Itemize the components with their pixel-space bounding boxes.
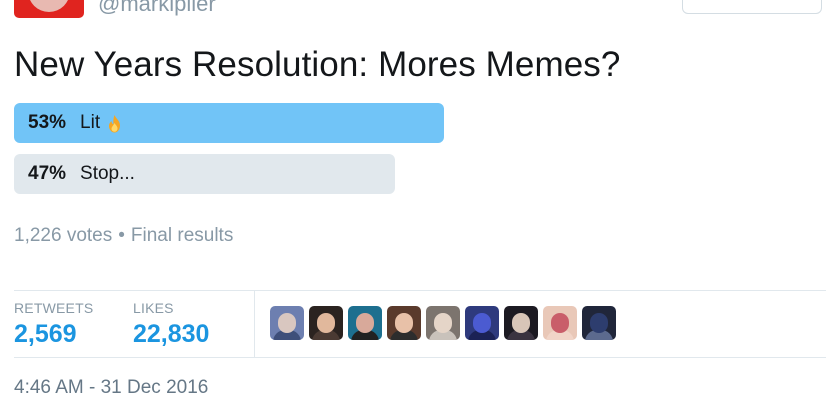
liker-avatar-5[interactable] bbox=[426, 306, 460, 340]
avatar-head bbox=[278, 313, 296, 333]
liker-avatar-2[interactable] bbox=[309, 306, 343, 340]
poll-option-label: Lit bbox=[80, 112, 101, 133]
poll-vote-count: 1,226 votes bbox=[14, 225, 113, 246]
avatar-head bbox=[512, 313, 530, 333]
avatar-head bbox=[590, 313, 608, 333]
avatar-head bbox=[551, 313, 569, 333]
liker-avatars bbox=[270, 306, 616, 340]
poll-meta-separator: • bbox=[118, 225, 125, 246]
stats-bottom-divider bbox=[14, 357, 826, 358]
likes-stat[interactable]: LIKES 22,830 bbox=[133, 300, 209, 349]
retweets-count[interactable]: 2,569 bbox=[14, 320, 93, 349]
liker-avatar-8[interactable] bbox=[543, 306, 577, 340]
poll-option-stop: 47% Stop... bbox=[14, 154, 395, 194]
poll-option-percent: 53% bbox=[28, 112, 67, 133]
avatar-face bbox=[28, 0, 70, 12]
tweet-timestamp[interactable]: 4:46 AM - 31 Dec 2016 bbox=[14, 377, 208, 399]
stats-vertical-divider bbox=[254, 291, 255, 357]
avatar-head bbox=[434, 313, 452, 333]
poll-status: Final results bbox=[130, 225, 234, 246]
likes-label: LIKES bbox=[133, 300, 174, 316]
poll-option-lit: 53% Lit bbox=[14, 103, 444, 143]
avatar-head bbox=[473, 313, 491, 333]
liker-avatar-7[interactable] bbox=[504, 306, 538, 340]
poll-question: New Years Resolution: Mores Memes? bbox=[14, 45, 621, 84]
liker-avatar-4[interactable] bbox=[387, 306, 421, 340]
retweets-stat[interactable]: RETWEETS 2,569 bbox=[14, 300, 93, 349]
avatar-head bbox=[395, 313, 413, 333]
poll-option-percent: 47% bbox=[28, 163, 67, 184]
author-avatar[interactable] bbox=[14, 0, 84, 18]
stats-top-divider bbox=[14, 290, 826, 291]
avatar-head bbox=[317, 313, 335, 333]
fire-icon bbox=[107, 115, 122, 133]
retweets-label: RETWEETS bbox=[14, 300, 94, 316]
liker-avatar-6[interactable] bbox=[465, 306, 499, 340]
follow-button[interactable] bbox=[682, 0, 822, 14]
liker-avatar-3[interactable] bbox=[348, 306, 382, 340]
poll-option-label: Stop... bbox=[80, 163, 135, 184]
poll-meta: 1,226 votes • Final results bbox=[14, 225, 233, 247]
liker-avatar-9[interactable] bbox=[582, 306, 616, 340]
liker-avatar-1[interactable] bbox=[270, 306, 304, 340]
avatar-head bbox=[356, 313, 374, 333]
likes-count[interactable]: 22,830 bbox=[133, 320, 209, 349]
author-handle[interactable]: @markiplier bbox=[98, 0, 216, 17]
